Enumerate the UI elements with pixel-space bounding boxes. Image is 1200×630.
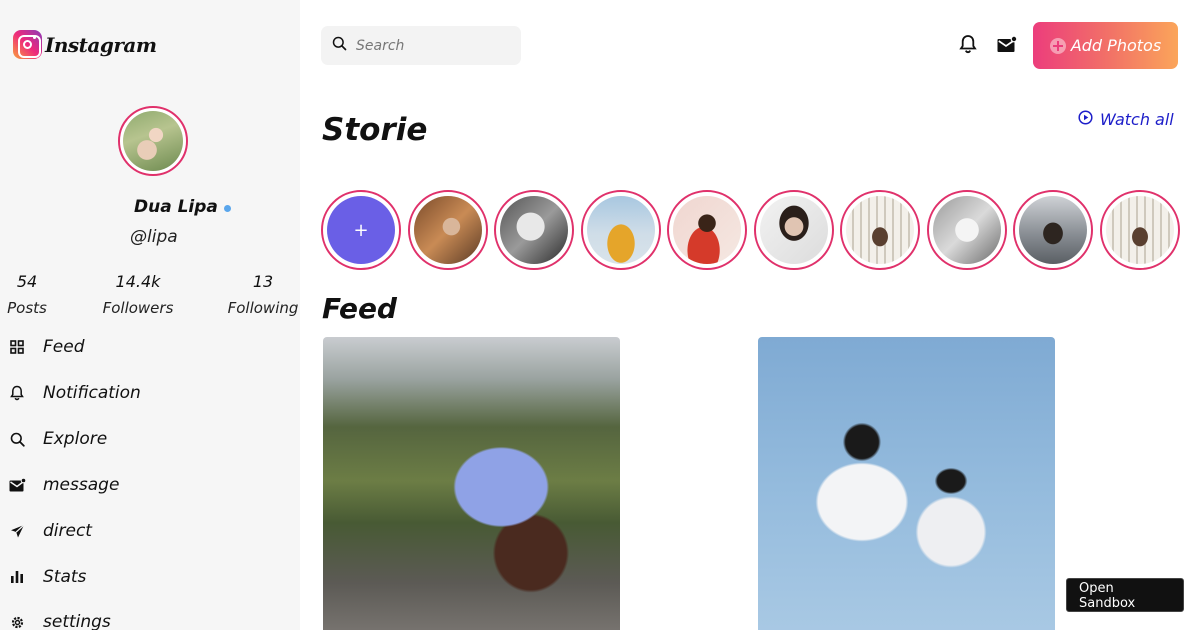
instagram-camera-icon bbox=[13, 30, 42, 59]
stat-label: Posts bbox=[7, 299, 47, 317]
feed-title: Feed bbox=[322, 292, 397, 325]
sidebar-item-explore[interactable]: Explore bbox=[8, 424, 107, 454]
sidebar-item-label: direct bbox=[43, 521, 92, 541]
sidebar-item-label: Stats bbox=[43, 567, 87, 587]
logo-text: Instagram bbox=[45, 32, 157, 57]
stat-value: 14.4k bbox=[115, 272, 161, 291]
sidebar: Instagram Dua Lipa @lipa 54 Posts 14.4k … bbox=[0, 0, 300, 630]
story-avatar[interactable] bbox=[494, 190, 574, 270]
story-avatar[interactable] bbox=[580, 190, 661, 270]
grid-icon bbox=[8, 338, 26, 356]
story-avatar[interactable] bbox=[926, 190, 1007, 270]
plus-icon: + bbox=[353, 219, 369, 241]
feed-post-image[interactable] bbox=[323, 337, 620, 630]
add-photos-label: Add Photos bbox=[1070, 36, 1162, 55]
sidebar-item-label: Notification bbox=[43, 383, 141, 403]
watch-all-link[interactable]: Watch all bbox=[1078, 110, 1174, 129]
sidebar-item-label: message bbox=[43, 475, 120, 495]
notifications-bell-button[interactable] bbox=[957, 35, 979, 57]
story-avatar[interactable] bbox=[1099, 190, 1180, 270]
sidebar-item-label: settings bbox=[43, 612, 111, 630]
search-input[interactable] bbox=[356, 37, 506, 54]
stories-title: Storie bbox=[322, 112, 428, 148]
stat-posts[interactable]: 54 Posts bbox=[4, 272, 50, 317]
bell-icon bbox=[959, 34, 977, 58]
sidebar-item-notification[interactable]: Notification bbox=[8, 378, 141, 408]
story-avatar[interactable] bbox=[1013, 190, 1093, 270]
stat-following[interactable]: 13 Following bbox=[225, 272, 301, 317]
messages-button[interactable] bbox=[996, 35, 1018, 57]
stat-value: 13 bbox=[252, 272, 274, 291]
story-avatar[interactable] bbox=[840, 190, 920, 270]
gear-icon bbox=[8, 613, 26, 630]
stories-row: + bbox=[321, 190, 1186, 270]
bell-icon bbox=[8, 384, 26, 402]
search-bar[interactable] bbox=[321, 26, 521, 65]
send-icon bbox=[8, 522, 26, 540]
add-story-button[interactable]: + bbox=[321, 190, 401, 270]
story-avatar[interactable] bbox=[667, 190, 747, 270]
sidebar-item-direct[interactable]: direct bbox=[8, 516, 92, 546]
sidebar-item-feed[interactable]: Feed bbox=[8, 332, 85, 362]
instagram-logo[interactable]: Instagram bbox=[13, 30, 157, 59]
sidebar-item-label: Explore bbox=[43, 429, 108, 449]
bar-chart-icon bbox=[8, 568, 26, 586]
profile-name: Dua Lipa bbox=[134, 197, 218, 217]
plus-circle-icon bbox=[1049, 37, 1066, 54]
stat-label: Followers bbox=[102, 299, 174, 317]
profile-handle: @lipa bbox=[130, 227, 178, 247]
search-icon bbox=[8, 430, 26, 448]
search-icon bbox=[332, 36, 347, 55]
story-avatar[interactable] bbox=[753, 190, 834, 270]
open-sandbox-button[interactable]: Open Sandbox bbox=[1066, 578, 1184, 612]
mail-icon bbox=[997, 35, 1018, 57]
stat-followers[interactable]: 14.4k Followers bbox=[100, 272, 176, 317]
add-photos-button[interactable]: Add Photos bbox=[1033, 22, 1178, 69]
online-status-dot bbox=[224, 205, 231, 212]
mail-icon bbox=[8, 476, 26, 494]
sidebar-item-message[interactable]: message bbox=[8, 470, 119, 500]
sidebar-item-settings[interactable]: settings bbox=[8, 607, 111, 630]
story-avatar[interactable] bbox=[407, 190, 488, 270]
stat-label: Following bbox=[227, 299, 299, 317]
play-circle-icon bbox=[1078, 110, 1093, 129]
profile-avatar[interactable] bbox=[118, 106, 188, 176]
watch-all-label: Watch all bbox=[1100, 110, 1174, 129]
sidebar-item-stats[interactable]: Stats bbox=[8, 562, 86, 592]
feed-post-image[interactable] bbox=[758, 337, 1055, 630]
stat-value: 54 bbox=[16, 272, 38, 291]
sidebar-item-label: Feed bbox=[43, 337, 85, 357]
